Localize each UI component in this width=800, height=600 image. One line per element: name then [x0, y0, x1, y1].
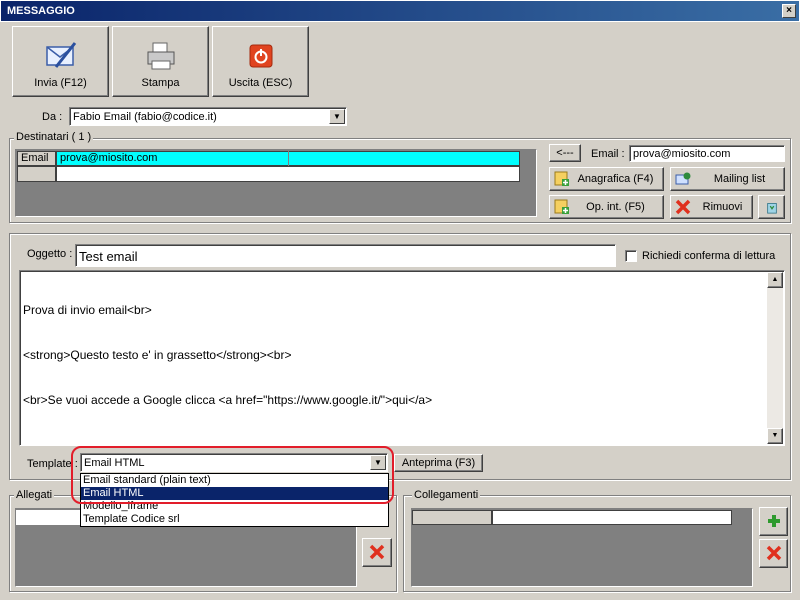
grid-row-type-empty [17, 166, 56, 182]
mailing-list-button[interactable]: Mailing list [670, 167, 785, 191]
body-line: <br>Se vuoi accede a Google clicca <a hr… [23, 393, 433, 407]
window-title: MESSAGGIO [7, 5, 75, 17]
preview-button[interactable]: Anteprima (F3) [394, 454, 483, 472]
printer-icon [147, 42, 174, 70]
body-line: <strong>Questo testo e' in grassetto</st… [23, 348, 292, 362]
recipients-grid[interactable]: Email prova@miosito.com [15, 149, 537, 217]
red-x-icon [766, 545, 781, 561]
exit-button-label: Uscita (ESC) [228, 77, 293, 89]
from-label: Da : [42, 111, 63, 123]
opint-button[interactable]: Op. int. (F5) [549, 195, 664, 219]
remove-attachment-button[interactable] [362, 538, 392, 567]
internal-operator-icon [554, 199, 569, 214]
mailing-list-button-label: Mailing list [713, 173, 766, 185]
from-combobox[interactable]: Fabio Email (fabio@codice.it) ▼ [69, 107, 347, 126]
email-field[interactable]: prova@miosito.com [629, 145, 785, 162]
send-button-label: Invia (F12) [34, 77, 87, 89]
links-row-header [412, 510, 492, 525]
mailing-list-icon [675, 172, 691, 185]
recipients-group-label: Destinatari ( 1 ) [14, 131, 94, 143]
print-button[interactable]: Stampa [112, 26, 209, 97]
message-body-textarea[interactable]: Prova di invio email<br> <strong>Questo … [19, 270, 785, 446]
template-option[interactable]: Template Codice srl [81, 513, 388, 526]
send-button[interactable]: Invia (F12) [12, 26, 109, 97]
close-icon[interactable]: × [782, 4, 796, 18]
grid-row-address-empty[interactable] [56, 166, 520, 182]
send-mail-icon [45, 42, 76, 68]
recycle-button[interactable] [758, 195, 785, 219]
annotation-highlight [71, 446, 394, 504]
scroll-down-icon[interactable]: ▼ [767, 428, 783, 444]
vertical-scrollbar[interactable]: ▲ ▼ [767, 272, 783, 444]
anagrafica-button-label: Anagrafica (F4) [577, 173, 654, 185]
address-book-icon [554, 171, 569, 186]
chevron-down-icon[interactable]: ▼ [329, 109, 345, 124]
links-group-label: Collegamenti [412, 489, 481, 501]
email-field-value: prova@miosito.com [633, 148, 731, 160]
body-line: Prova di invio email<br> [23, 303, 152, 317]
subject-value: Test email [79, 249, 138, 264]
window-titlebar: MESSAGGIO × [0, 0, 800, 22]
from-value: Fabio Email (fabio@codice.it) [73, 111, 217, 123]
recycle-bin-icon [766, 203, 777, 214]
power-icon [249, 44, 272, 68]
subject-label: Oggetto : [27, 248, 73, 260]
links-row[interactable] [492, 510, 732, 525]
back-button[interactable]: <--- [549, 144, 581, 162]
links-list[interactable] [411, 508, 753, 587]
opint-button-label: Op. int. (F5) [586, 201, 645, 213]
anagrafica-button[interactable]: Anagrafica (F4) [549, 167, 664, 191]
remove-link-button[interactable] [759, 539, 788, 568]
exit-button[interactable]: Uscita (ESC) [212, 26, 309, 97]
add-link-button[interactable] [759, 507, 788, 536]
attachments-group-label: Allegati [14, 489, 55, 501]
remove-button-label: Rimuovi [702, 201, 743, 213]
grid-row-type: Email [17, 151, 56, 166]
scroll-up-icon[interactable]: ▲ [767, 272, 783, 288]
red-x-icon [369, 544, 385, 560]
green-plus-icon [767, 515, 780, 527]
remove-button[interactable]: Rimuovi [670, 195, 753, 219]
email-label: Email : [591, 148, 625, 160]
subject-field[interactable]: Test email [75, 244, 616, 267]
read-receipt-checkbox[interactable] [625, 250, 637, 262]
read-receipt-label: Richiedi conferma di lettura [642, 250, 776, 262]
print-button-label: Stampa [141, 77, 180, 89]
red-x-icon [675, 199, 691, 215]
